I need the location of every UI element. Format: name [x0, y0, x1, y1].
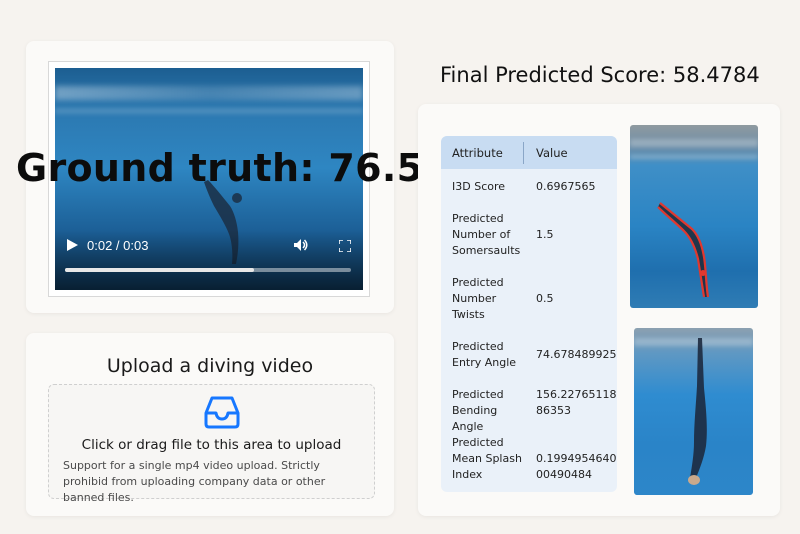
upload-main-text: Click or drag file to this area to uploa…	[81, 437, 342, 453]
final-predicted-score: Final Predicted Score: 58.4784	[440, 63, 760, 87]
upload-card: Upload a diving video Click or drag file…	[26, 333, 394, 516]
table-row: I3D Score 0.6967565	[441, 179, 617, 195]
upload-title: Upload a diving video	[106, 355, 314, 377]
ground-truth-label: Ground truth: 76.5	[16, 146, 424, 190]
row-attribute: Predicted Number Twists	[452, 276, 504, 321]
diver-entry-figure	[688, 338, 707, 485]
time-display: 0:02 / 0:03	[87, 238, 149, 253]
row-attribute: I3D Score	[452, 180, 506, 193]
row-value: 156.2276511886353	[536, 388, 617, 417]
play-icon[interactable]	[65, 238, 79, 252]
pool-edge-blur-2	[55, 108, 363, 114]
row-attribute: Predicted Entry Angle	[452, 340, 517, 369]
volume-icon[interactable]	[293, 238, 309, 252]
header-attribute: Attribute	[441, 141, 524, 164]
inbox-icon	[204, 396, 240, 429]
row-attribute: Predicted Mean Splash Index	[452, 436, 522, 481]
table-row: Predicted Number of Somersaults 1.5	[441, 211, 617, 259]
header-value: Value	[536, 145, 568, 160]
row-value: 0.6967565	[536, 180, 596, 193]
table-row: Predicted Entry Angle 74.678489925	[441, 339, 617, 371]
row-value: 74.678489925	[536, 348, 617, 361]
row-value: 0.5	[536, 292, 554, 305]
table-header: Attribute Value	[441, 136, 617, 169]
row-value: 1.5	[536, 228, 554, 241]
row-attribute: Predicted Bending Angle	[452, 388, 504, 433]
upload-hint: Support for a single mp4 video upload. S…	[63, 459, 326, 504]
attribute-table: Attribute Value I3D Score 0.6967565 Pred…	[441, 136, 617, 492]
upload-dropzone[interactable]: Click or drag file to this area to uploa…	[48, 384, 375, 504]
pose-keyframe-image	[630, 125, 758, 308]
entry-keyframe-image	[634, 328, 753, 495]
table-row: Predicted Bending Angle 156.227651188635…	[441, 387, 617, 435]
progress-fill	[65, 268, 254, 272]
video-controls: 0:02 / 0:03	[55, 230, 363, 290]
row-value: 0.199495464000490484	[536, 452, 617, 481]
fullscreen-icon[interactable]	[339, 240, 351, 252]
table-row: Predicted Number Twists 0.5	[441, 275, 617, 323]
pool-edge-blur	[55, 86, 363, 100]
table-row: Predicted Mean Splash Index 0.1994954640…	[441, 435, 617, 483]
progress-bar[interactable]	[65, 268, 351, 272]
row-attribute: Predicted Number of Somersaults	[452, 212, 521, 257]
diver-pose-overlay	[657, 202, 710, 298]
